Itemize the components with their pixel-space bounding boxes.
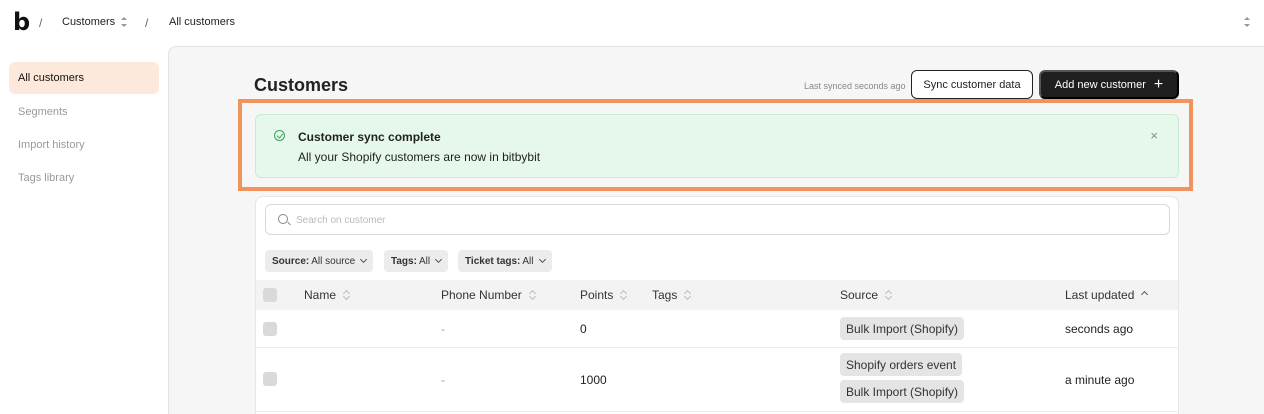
- filter-source[interactable]: Source: All source: [265, 250, 374, 272]
- chevron-down-icon: [360, 255, 368, 264]
- sidebar-item-tags-library[interactable]: Tags library: [9, 162, 159, 194]
- sidebar-item-import-history[interactable]: Import history: [9, 129, 159, 161]
- sidebar-item-all-customers[interactable]: All customers: [9, 62, 159, 94]
- filter-tags[interactable]: Tags: All: [384, 250, 449, 272]
- breadcrumb-separator: /: [145, 16, 149, 30]
- cell-last-updated: a minute ago: [1065, 373, 1135, 387]
- column-label: Name: [304, 288, 337, 302]
- sort-icon: [621, 289, 627, 301]
- breadcrumb-section-label: Customers: [62, 16, 116, 28]
- filter-value: All: [418, 255, 431, 267]
- table-row[interactable]: - 1000 Shopify orders event Bulk Import …: [256, 348, 1178, 412]
- chevron-down-icon: [435, 255, 443, 264]
- updown-chevron-icon: [121, 17, 128, 27]
- sidebar-item-label: All customers: [18, 72, 85, 84]
- search-icon: [278, 214, 288, 224]
- add-new-customer-button[interactable]: Add new customer +: [1039, 70, 1179, 99]
- sort-icon: [886, 289, 892, 301]
- table-row[interactable]: - 0 Bulk Import (Shopify) seconds ago: [256, 310, 1178, 348]
- column-label: Source: [840, 288, 879, 302]
- sort-icon: [530, 289, 536, 301]
- row-checkbox[interactable]: [263, 372, 277, 386]
- source-badge: Bulk Import (Shopify): [840, 317, 965, 340]
- plus-icon: +: [1153, 75, 1164, 93]
- column-label: Last updated: [1065, 288, 1135, 302]
- page-title: Customers: [254, 75, 349, 95]
- top-bar: b / Customers / All customers: [0, 0, 1264, 46]
- column-header-name[interactable]: Name: [304, 288, 350, 302]
- sidebar-item-label: Segments: [18, 106, 68, 118]
- filter-label: Source:: [272, 255, 310, 267]
- add-new-customer-label: Add new customer: [1054, 78, 1146, 91]
- sidebar-item-segments[interactable]: Segments: [9, 96, 159, 128]
- chevron-down-icon: [538, 255, 546, 264]
- column-header-source[interactable]: Source: [840, 288, 892, 302]
- bitbybit-logo[interactable]: b: [13, 10, 30, 34]
- sort-icon: [685, 289, 691, 301]
- table-header: Name Phone Number Points Tags Source Las…: [256, 280, 1178, 310]
- sort-ascending-icon: [1142, 289, 1148, 301]
- filter-label: Tags:: [391, 255, 417, 267]
- sidebar-item-label: Import history: [18, 139, 85, 151]
- banner-title: Customer sync complete: [298, 130, 441, 144]
- check-circle-icon: [274, 130, 285, 141]
- customers-table-card: Source: All source Tags: All Ticket tags…: [255, 196, 1179, 414]
- search-box: [265, 204, 1170, 235]
- source-badge: Shopify orders event: [840, 353, 963, 376]
- filter-ticket-tags[interactable]: Ticket tags: All: [458, 250, 552, 272]
- close-icon[interactable]: ×: [1150, 128, 1158, 143]
- filter-label: Ticket tags:: [465, 255, 521, 267]
- select-all-checkbox[interactable]: [263, 288, 277, 302]
- sort-icon: [344, 289, 350, 301]
- sync-customer-data-button[interactable]: Sync customer data: [911, 70, 1033, 99]
- breadcrumb-separator: /: [39, 16, 43, 30]
- source-badge: Bulk Import (Shopify): [840, 380, 965, 403]
- cell-last-updated: seconds ago: [1065, 322, 1134, 336]
- row-checkbox[interactable]: [263, 322, 277, 336]
- cell-points: 1000: [580, 373, 607, 387]
- last-synced-text: Last synced seconds ago: [804, 81, 906, 91]
- column-header-points[interactable]: Points: [580, 288, 627, 302]
- banner-message: All your Shopify customers are now in bi…: [298, 150, 541, 164]
- sidebar: All customers Segments Import history Ta…: [0, 46, 168, 414]
- filter-value: All: [522, 255, 534, 267]
- column-header-last-updated[interactable]: Last updated: [1065, 288, 1148, 302]
- breadcrumb-section-selector[interactable]: Customers: [62, 16, 128, 28]
- column-header-phone-number[interactable]: Phone Number: [441, 288, 536, 302]
- search-input[interactable]: [296, 211, 1156, 229]
- breadcrumb-page-label: All customers: [169, 16, 236, 28]
- cell-points: 0: [580, 322, 587, 336]
- cell-phone: -: [441, 322, 445, 336]
- cell-phone: -: [441, 373, 445, 387]
- sidebar-item-label: Tags library: [18, 172, 75, 184]
- filter-value: All source: [311, 255, 356, 267]
- column-label: Tags: [652, 288, 678, 302]
- account-switcher-chevron-icon[interactable]: [1244, 17, 1250, 27]
- column-header-tags[interactable]: Tags: [652, 288, 691, 302]
- sync-complete-banner: Customer sync complete All your Shopify …: [255, 114, 1179, 178]
- breadcrumb-page: All customers: [169, 16, 235, 28]
- column-label: Points: [580, 288, 614, 302]
- column-label: Phone Number: [441, 288, 522, 302]
